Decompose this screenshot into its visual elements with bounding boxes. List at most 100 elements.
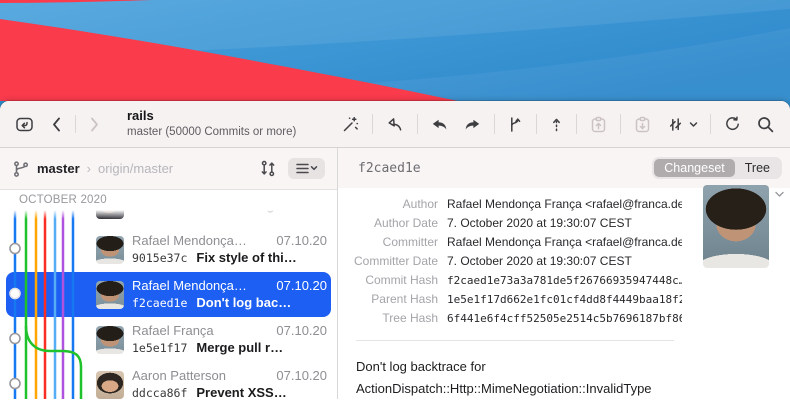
window-title-block: rails master (50000 Commits or more) [127, 108, 296, 140]
avatar [96, 210, 124, 219]
toolbar-actions [339, 113, 777, 136]
commit-author: Rafael Mendonça… [132, 278, 268, 293]
commit-row[interactable]: Rafael França 07.10.20 1e5e1f17 Merge pu… [0, 317, 337, 362]
commit-row[interactable]: Rafael Mendonça… 07.10.20 9015e37c Fix s… [0, 227, 337, 272]
details-divider [356, 340, 674, 341]
date-section-header: OCTOBER 2020 [0, 190, 337, 210]
avatar [96, 326, 124, 354]
commit-hash: 1e5e1f17 [132, 340, 187, 356]
stash-apply-button[interactable] [587, 113, 610, 136]
forward-chevron-icon [86, 115, 103, 134]
commit-message-line: Don't log backtrace for [356, 356, 680, 378]
pull-arrow-icon [430, 115, 449, 134]
field-label: Tree Hash [354, 311, 438, 326]
tab-tree[interactable]: Tree [735, 159, 780, 177]
field-label: Author Date [354, 216, 438, 231]
commit-button[interactable] [547, 113, 566, 136]
search-icon [756, 115, 775, 134]
commit-details-panel: f2caed1e Changeset Tree Author Rafael Me… [338, 148, 790, 399]
stash-apply-icon [589, 115, 608, 134]
tab-changeset[interactable]: Changeset [654, 159, 734, 177]
commit-hash: ddcca86f [132, 385, 187, 399]
field-value-commit-hash: f2caed1e73a3a781de5f26766935947448c… [447, 273, 682, 288]
commit-message-full: Don't log backtrace for ActionDispatch::… [356, 356, 680, 399]
toolbar-divider [417, 114, 418, 134]
field-label: Author [354, 197, 438, 212]
upstream-branch-label[interactable]: origin/master [98, 161, 173, 176]
commit-date: 07.10.20 [276, 323, 327, 338]
field-label: Committer Date [354, 254, 438, 269]
avatar [96, 236, 124, 264]
commit-date: 07.10.20 [276, 368, 327, 383]
app-window: rails master (50000 Commits or more) [0, 101, 790, 400]
compare-button[interactable] [257, 157, 279, 180]
hunks-icon [666, 115, 685, 134]
list-view-icon [295, 162, 318, 175]
field-value-author: Rafael Mendonça França <rafael@franca.de… [447, 197, 682, 212]
field-value-parent-hash: 1e5e1f17d662e1fc01cf4dd8f4449baa18f27d… [447, 292, 682, 307]
forward-button[interactable] [84, 113, 105, 136]
view-mode-switcher: Changeset Tree [652, 157, 782, 179]
search-button[interactable] [754, 113, 777, 136]
stash-save-button[interactable] [631, 113, 654, 136]
author-avatar [703, 185, 769, 268]
field-label: Commit Hash [354, 273, 438, 288]
field-value-author-date: 7. October 2020 at 19:30:07 CEST [447, 216, 682, 231]
toolbar-divider [710, 114, 711, 134]
field-value-committer-date: 7. October 2020 at 19:30:07 CEST [447, 254, 682, 269]
git-branch-icon [12, 160, 30, 178]
commit-date: 07.10.20 [276, 278, 327, 293]
commit-arrow-icon [549, 115, 564, 134]
commit-sidebar: master › origin/master [0, 148, 338, 399]
toolbar: rails master (50000 Commits or more) [0, 101, 790, 148]
toolbar-divider [576, 114, 577, 134]
push-button[interactable] [461, 113, 484, 136]
commit-date: 07.10.20 [276, 233, 327, 248]
detail-commit-id: f2caed1e [358, 161, 421, 176]
toolbar-divider [620, 114, 621, 134]
toolbar-divider [372, 114, 373, 134]
repository-button[interactable] [13, 113, 36, 136]
list-options-button[interactable] [288, 158, 325, 179]
back-button[interactable] [46, 113, 67, 136]
field-label: Parent Hash [354, 292, 438, 307]
wallpaper-art [0, 0, 790, 101]
nav-divider [75, 115, 76, 133]
window-content: master › origin/master [0, 148, 790, 399]
repository-icon [15, 115, 34, 134]
pull-button[interactable] [428, 113, 451, 136]
current-branch-label[interactable]: master [37, 161, 80, 176]
avatar [96, 281, 124, 309]
quick-actions-button[interactable] [339, 113, 362, 136]
commit-message: Merge pull r… [196, 340, 283, 356]
commit-row-text: Aaron Patterson 07.10.20 ddcca86f Preven… [132, 368, 327, 399]
commit-row[interactable]: Aaron Patterson 07.10.20 ddcca86f Preven… [0, 362, 337, 399]
repo-subtitle: master (50000 Commits or more) [127, 125, 296, 139]
branch-button[interactable] [505, 113, 526, 136]
hunks-button[interactable] [664, 113, 700, 136]
commit-message: Don't log bac… [196, 295, 291, 311]
refresh-icon [723, 115, 742, 134]
branch-bar-actions [257, 157, 325, 180]
commit-hash: 9015e37c [132, 250, 187, 266]
field-value-committer: Rafael Mendonça França <rafael@franca.de… [447, 235, 682, 250]
commit-message: Prevent XSS… [196, 385, 286, 399]
avatar-chevron-down-icon[interactable] [774, 189, 785, 200]
chevron-down-icon [689, 120, 698, 129]
avatar [96, 371, 124, 399]
commit-author: Aaron Patterson [132, 368, 268, 383]
commit-metadata: Author Rafael Mendonça França <rafael@fr… [354, 197, 682, 326]
refresh-button[interactable] [721, 113, 744, 136]
commit-row-text: Rafael França 07.10.20 1e5e1f17 Merge pu… [132, 323, 327, 356]
commit-row[interactable]: ddfc5449 Add missing s… [0, 210, 337, 227]
commit-message: Add missing s… [196, 210, 298, 214]
history-nav [46, 113, 105, 136]
restore-button[interactable] [383, 113, 407, 136]
commit-row-selected[interactable]: Rafael Mendonça… 07.10.20 f2caed1e Don't… [6, 272, 331, 317]
restore-arrow-icon [385, 115, 405, 134]
commit-hash: f2caed1e [132, 295, 187, 311]
desktop-wallpaper [0, 0, 790, 101]
branch-merge-icon [507, 115, 524, 134]
wand-icon [341, 115, 360, 134]
commit-row-text: ddfc5449 Add missing s… [132, 210, 327, 214]
